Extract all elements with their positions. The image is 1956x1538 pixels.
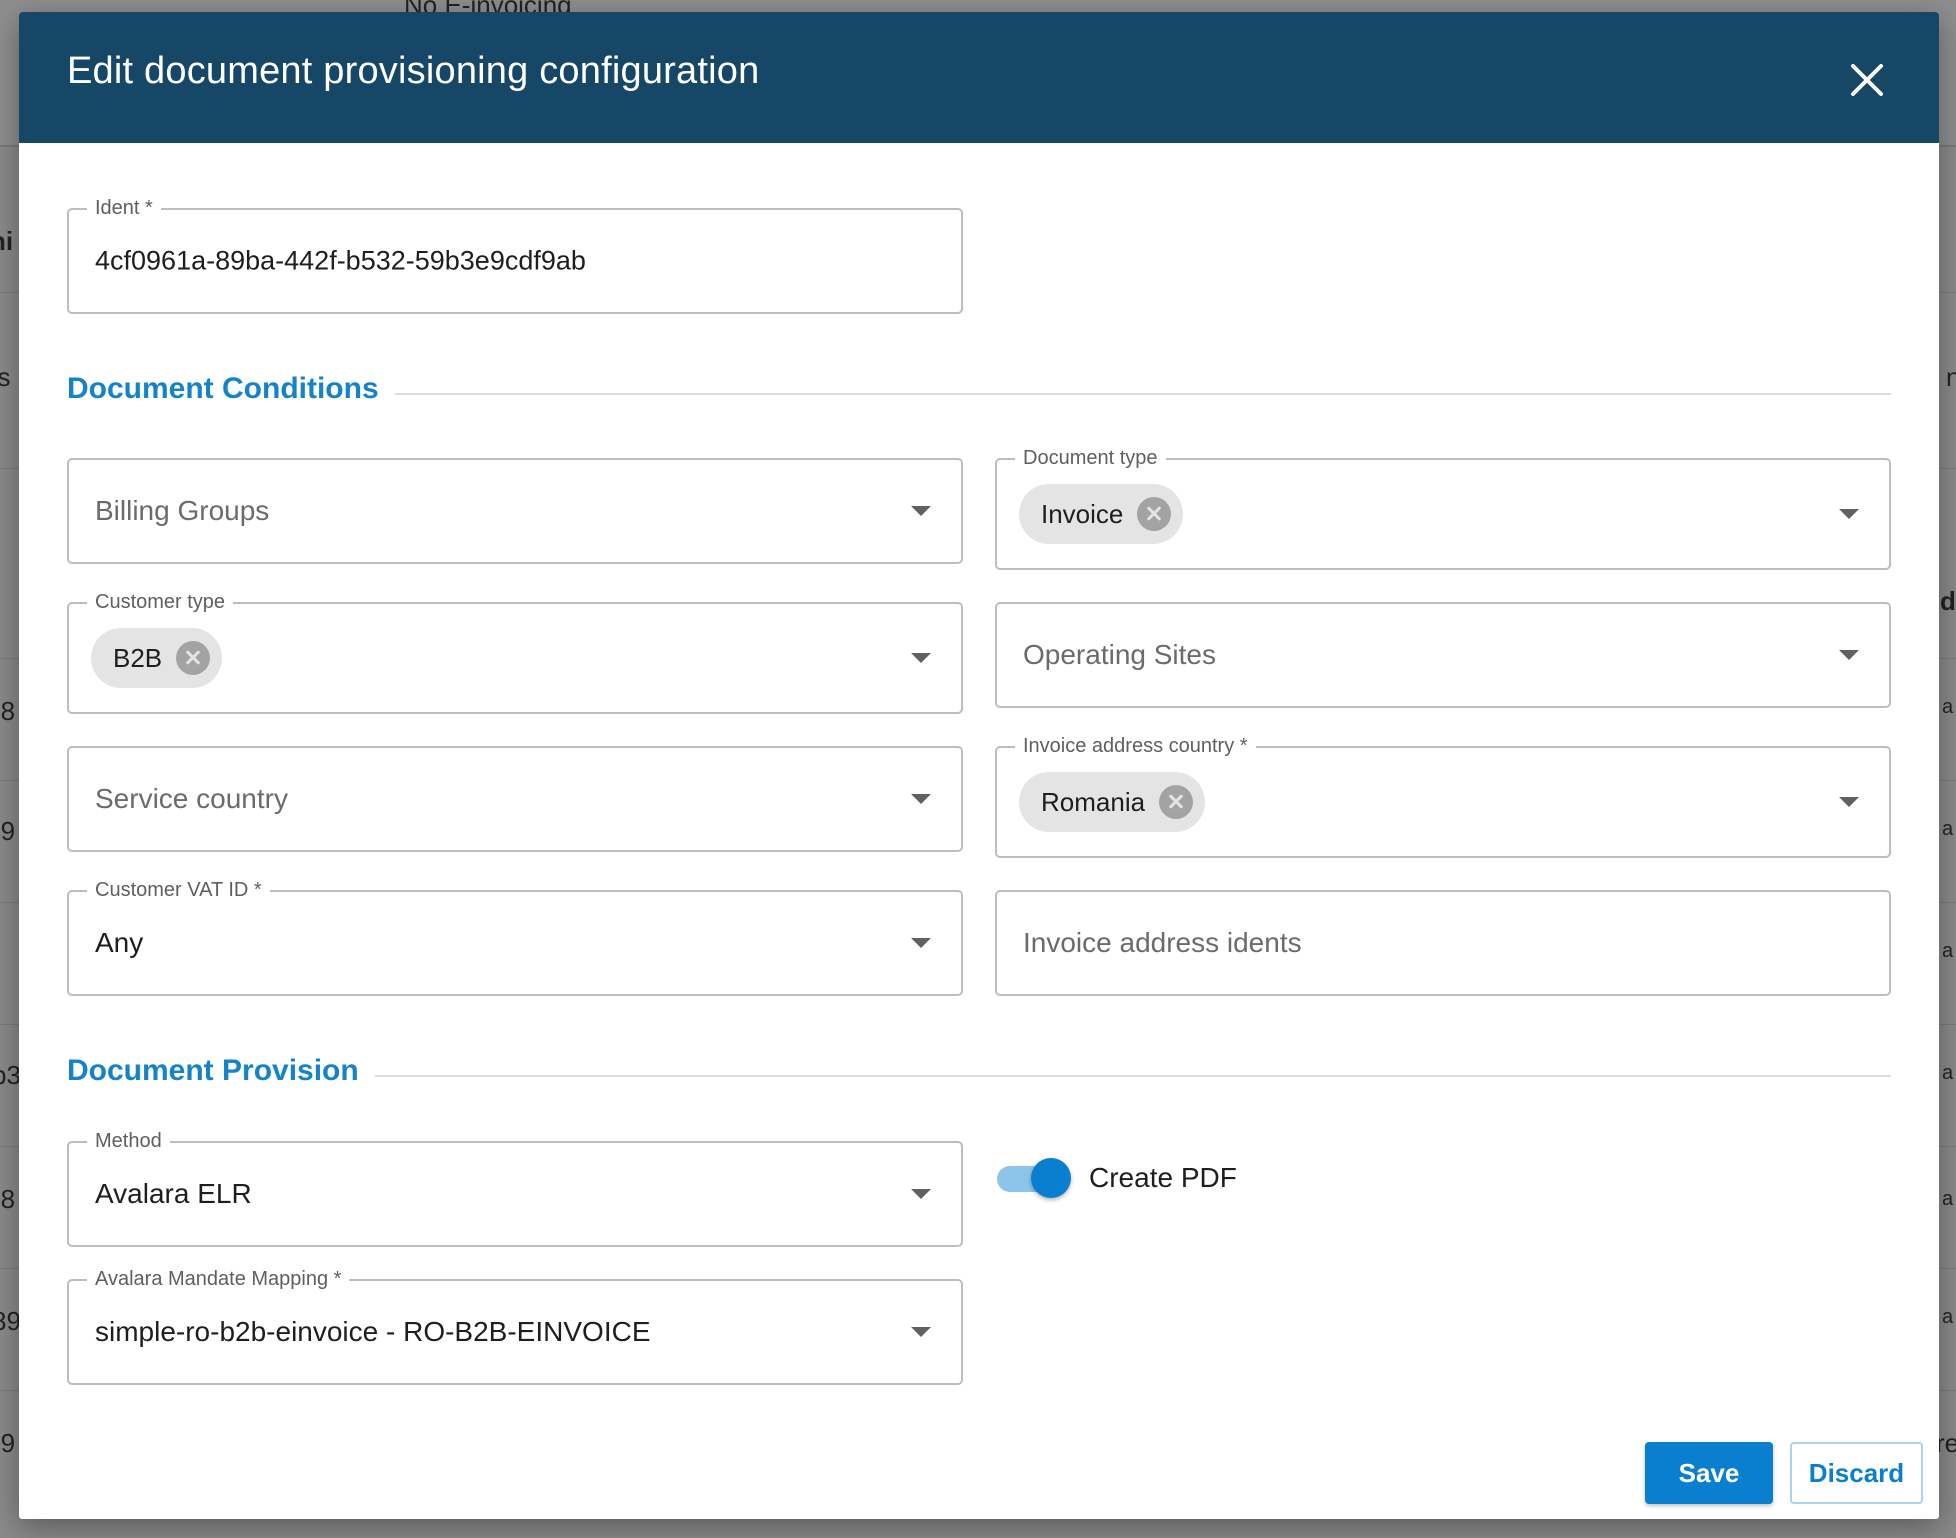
background-fragment: -9 [0, 1428, 16, 1458]
background-fragment: a [1942, 696, 1954, 718]
method-value: Avalara ELR [95, 1178, 252, 1209]
customer-type-chip: B2B [91, 628, 223, 688]
document-type-chip: Invoice [1019, 484, 1184, 544]
ident-value[interactable]: 4cf0961a-89ba-442f-b532-59b3e9cdf9ab [95, 246, 586, 277]
close-button[interactable] [1849, 62, 1885, 98]
background-fragment: -9 [0, 816, 16, 846]
background-fragment: lis [0, 362, 11, 392]
background-fragment: a [1942, 1188, 1954, 1210]
invoice-address-country-label: Invoice address country * [1015, 734, 1256, 758]
background-fragment: d [1940, 586, 1956, 616]
chevron-down-icon[interactable] [1839, 797, 1859, 807]
mandate-mapping-select[interactable]: Avalara Mandate Mapping * simple-ro-b2b-… [67, 1267, 963, 1385]
background-fragment: 89 [0, 1306, 21, 1336]
customer-vat-id-select[interactable]: Customer VAT ID * Any [67, 878, 963, 996]
chip-remove-icon[interactable] [176, 641, 211, 675]
chip-label: Romania [1041, 786, 1146, 817]
chevron-down-icon[interactable] [911, 506, 931, 516]
background-fragment: b3 [0, 1060, 21, 1090]
create-pdf-toggle[interactable] [997, 1158, 1077, 1198]
background-fragment: a [1942, 940, 1954, 962]
background-fragment: -8 [0, 1184, 16, 1214]
chip-label: Invoice [1041, 498, 1124, 529]
save-button[interactable]: Save [1645, 1442, 1773, 1504]
invoice-address-country-chip: Romania [1019, 772, 1206, 832]
ident-field[interactable]: Ident * 4cf0961a-89ba-442f-b532-59b3e9cd… [67, 196, 963, 314]
billing-groups-placeholder: Billing Groups [95, 495, 270, 526]
document-type-label: Document type [1015, 446, 1166, 470]
close-icon [1851, 64, 1883, 96]
invoice-address-idents-placeholder: Invoice address idents [1023, 927, 1302, 958]
operating-sites-placeholder: Operating Sites [1023, 639, 1216, 670]
method-select[interactable]: Method Avalara ELR [67, 1129, 963, 1247]
invoice-address-idents-input[interactable]: Invoice address idents [995, 890, 1891, 996]
chevron-down-icon[interactable] [1839, 509, 1859, 519]
mandate-mapping-label: Avalara Mandate Mapping * [87, 1267, 350, 1291]
document-conditions-heading: Document Conditions [67, 372, 395, 406]
chip-remove-icon[interactable] [1159, 785, 1194, 819]
dialog-header: Edit document provisioning configuration [19, 12, 1939, 143]
dialog-title: Edit document provisioning configuration [67, 50, 760, 92]
document-type-select[interactable]: Document type Invoice [995, 446, 1891, 570]
document-provision-heading: Document Provision [67, 1054, 375, 1088]
background-fragment: a [1942, 818, 1954, 840]
chevron-down-icon[interactable] [911, 938, 931, 948]
background-fragment: -8 [0, 696, 16, 726]
toggle-thumb [1031, 1158, 1071, 1198]
chip-label: B2B [113, 642, 163, 673]
customer-vat-id-label: Customer VAT ID * [87, 878, 270, 902]
chevron-down-icon[interactable] [911, 794, 931, 804]
customer-vat-id-value: Any [95, 927, 144, 958]
service-country-placeholder: Service country [95, 783, 288, 814]
background-fragment: a [1942, 1062, 1954, 1084]
chevron-down-icon[interactable] [911, 653, 931, 663]
invoice-address-country-select[interactable]: Invoice address country * Romania [995, 734, 1891, 858]
chip-remove-icon[interactable] [1137, 497, 1172, 531]
chevron-down-icon[interactable] [1839, 650, 1859, 660]
background-fragment: hi [0, 226, 14, 256]
chevron-down-icon[interactable] [911, 1327, 931, 1337]
background-fragment: a [1942, 1306, 1954, 1328]
customer-type-label: Customer type [87, 590, 234, 614]
operating-sites-select[interactable]: Operating Sites [995, 602, 1891, 708]
background-fragment: n [1946, 362, 1956, 392]
ident-label: Ident * [87, 196, 161, 220]
method-label: Method [87, 1129, 170, 1153]
mandate-mapping-value: simple-ro-b2b-einvoice - RO-B2B-EINVOICE [95, 1316, 651, 1347]
edit-config-dialog: Edit document provisioning configuration… [19, 12, 1939, 1519]
service-country-select[interactable]: Service country [67, 746, 963, 852]
discard-button[interactable]: Discard [1790, 1442, 1923, 1504]
billing-groups-select[interactable]: Billing Groups [67, 458, 963, 564]
create-pdf-label: Create PDF [1089, 1162, 1237, 1193]
customer-type-select[interactable]: Customer type B2B [67, 590, 963, 714]
background-fragment: re [1936, 1428, 1956, 1458]
chevron-down-icon[interactable] [911, 1189, 931, 1199]
